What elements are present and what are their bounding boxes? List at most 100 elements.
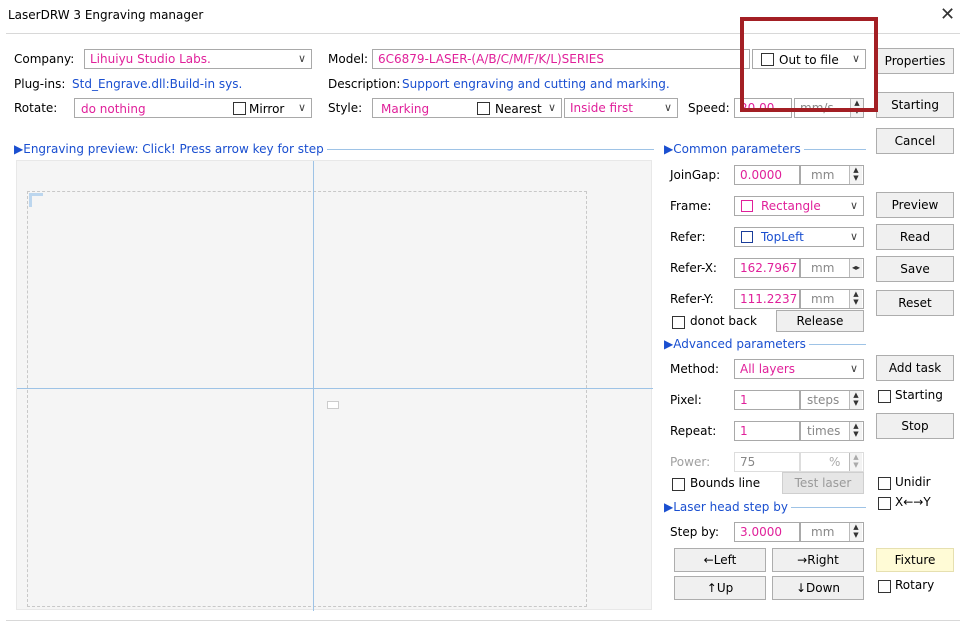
add-task-button[interactable]: Add task [876, 355, 954, 381]
pixel-label: Pixel: [670, 393, 702, 407]
referx-field[interactable]: 162.7967 [734, 258, 800, 278]
object-marker-icon [327, 401, 339, 409]
style-value: Marking [381, 102, 430, 116]
starting-button[interactable]: Starting [876, 92, 954, 118]
refery-unit[interactable]: mm ▲ ▼ [800, 289, 864, 309]
step-section-label: ▶Laser head step by [664, 500, 791, 514]
pixel-unit[interactable]: steps ▲ ▼ [800, 390, 864, 410]
model-label: Model: [328, 52, 369, 66]
release-button[interactable]: Release [776, 310, 864, 332]
style-select[interactable]: Marking Nearest [372, 98, 562, 118]
method-select[interactable]: All layers [734, 359, 864, 379]
plugins-value: Std_Engrave.dll:Build-in sys. [72, 77, 243, 91]
topleft-icon [741, 231, 753, 243]
model-field[interactable]: 6C6879-LASER-(A/B/C/M/F/K/L)SERIES [372, 49, 750, 69]
advanced-section-label: ▶Advanced parameters [664, 337, 809, 351]
close-icon[interactable]: ✕ [940, 6, 955, 24]
refery-field[interactable]: 111.2237 [734, 289, 800, 309]
xy-swap-checkbox[interactable] [878, 497, 891, 510]
origin-corner-icon [29, 193, 43, 207]
refer-select[interactable]: TopLeft [734, 227, 864, 247]
company-label: Company: [14, 52, 75, 66]
left-button[interactable]: ←Left [674, 548, 766, 572]
unidir-label: Unidir [895, 475, 931, 489]
donot-back-checkbox[interactable] [672, 316, 685, 329]
common-label: Common parameters [673, 142, 801, 156]
bounds-line-checkbox[interactable] [672, 478, 685, 491]
stepby-unit-text: mm [811, 525, 835, 539]
pixel-spinner[interactable]: ▲ ▼ [849, 391, 862, 409]
read-button[interactable]: Read [876, 224, 954, 250]
pixel-field[interactable]: 1 [734, 390, 800, 410]
refery-spinner[interactable]: ▲ ▼ [849, 290, 862, 308]
highlight-box [740, 17, 878, 112]
company-select[interactable]: Lihuiyu Studio Labs. [84, 49, 312, 69]
preview-button[interactable]: Preview [876, 192, 954, 218]
advanced-label: Advanced parameters [673, 337, 806, 351]
up-button[interactable]: ↑Up [674, 576, 766, 600]
joingap-unit[interactable]: mm ▲ ▼ [800, 165, 864, 185]
cancel-button[interactable]: Cancel [876, 128, 954, 154]
frame-select[interactable]: Rectangle [734, 196, 864, 216]
power-unit-text: % [829, 455, 841, 469]
save-button[interactable]: Save [876, 256, 954, 282]
starting-checkbox[interactable] [878, 390, 891, 403]
stop-button[interactable]: Stop [876, 413, 954, 439]
repeat-unit[interactable]: times ▲ ▼ [800, 421, 864, 441]
joingap-spinner[interactable]: ▲ ▼ [849, 166, 862, 184]
fixture-button[interactable]: Fixture [876, 548, 954, 572]
unidir-checkbox[interactable] [878, 477, 891, 490]
refer-label: Refer: [670, 230, 706, 244]
stepby-spinner[interactable]: ▲ ▼ [849, 523, 862, 541]
properties-button[interactable]: Properties [876, 48, 954, 74]
stepby-field[interactable]: 3.0000 [734, 522, 800, 542]
preview-dotted-frame [27, 191, 587, 607]
step-label: Laser head step by [673, 500, 788, 514]
rotary-checkbox[interactable] [878, 580, 891, 593]
referx-unit-text: mm [811, 261, 835, 275]
plugins-label: Plug-ins: [14, 77, 66, 91]
joingap-unit-text: mm [811, 168, 835, 182]
inside-first-select[interactable]: Inside first [564, 98, 678, 118]
window-title: LaserDRW 3 Engraving manager [8, 8, 204, 22]
power-spinner: ▲ ▼ [849, 453, 862, 471]
reset-button[interactable]: Reset [876, 290, 954, 316]
rotate-value: do nothing [81, 102, 146, 116]
preview-section-label: ▶Engraving preview: Click! Press arrow k… [14, 142, 327, 156]
mirror-label: Mirror [249, 102, 285, 116]
preview-label: Engraving preview: Click! Press arrow ke… [23, 142, 324, 156]
starting-checkbox-label: Starting [895, 388, 943, 402]
preview-canvas[interactable] [16, 160, 653, 611]
pixel-unit-text: steps [807, 393, 840, 407]
preview-horizontal-axis [17, 388, 653, 389]
nearest-checkbox[interactable] [477, 102, 490, 115]
referx-spinner[interactable]: ◂▸ [849, 259, 862, 277]
referx-label: Refer-X: [670, 261, 717, 275]
rotate-select[interactable]: do nothing Mirror [74, 98, 312, 118]
joingap-field[interactable]: 0.0000 [734, 165, 800, 185]
stepby-label: Step by: [670, 525, 720, 539]
power-label: Power: [670, 455, 711, 469]
method-label: Method: [670, 362, 720, 376]
power-field: 75 [734, 452, 800, 472]
refery-unit-text: mm [811, 292, 835, 306]
down-button[interactable]: ↓Down [772, 576, 864, 600]
nearest-label: Nearest [495, 102, 542, 116]
style-label: Style: [328, 101, 363, 115]
stepby-unit[interactable]: mm ▲ ▼ [800, 522, 864, 542]
joingap-label: JoinGap: [670, 168, 721, 182]
repeat-unit-text: times [807, 424, 841, 438]
right-button[interactable]: →Right [772, 548, 864, 572]
window-bottom-border [6, 620, 960, 621]
frame-value: Rectangle [761, 199, 821, 213]
rotary-label: Rotary [895, 578, 935, 592]
mirror-checkbox[interactable] [233, 102, 246, 115]
refery-label: Refer-Y: [670, 292, 714, 306]
repeat-spinner[interactable]: ▲ ▼ [849, 422, 862, 440]
repeat-field[interactable]: 1 [734, 421, 800, 441]
repeat-label: Repeat: [670, 424, 717, 438]
common-section-label: ▶Common parameters [664, 142, 804, 156]
refer-value: TopLeft [761, 230, 804, 244]
rotate-label: Rotate: [14, 101, 58, 115]
referx-unit[interactable]: mm ◂▸ [800, 258, 864, 278]
